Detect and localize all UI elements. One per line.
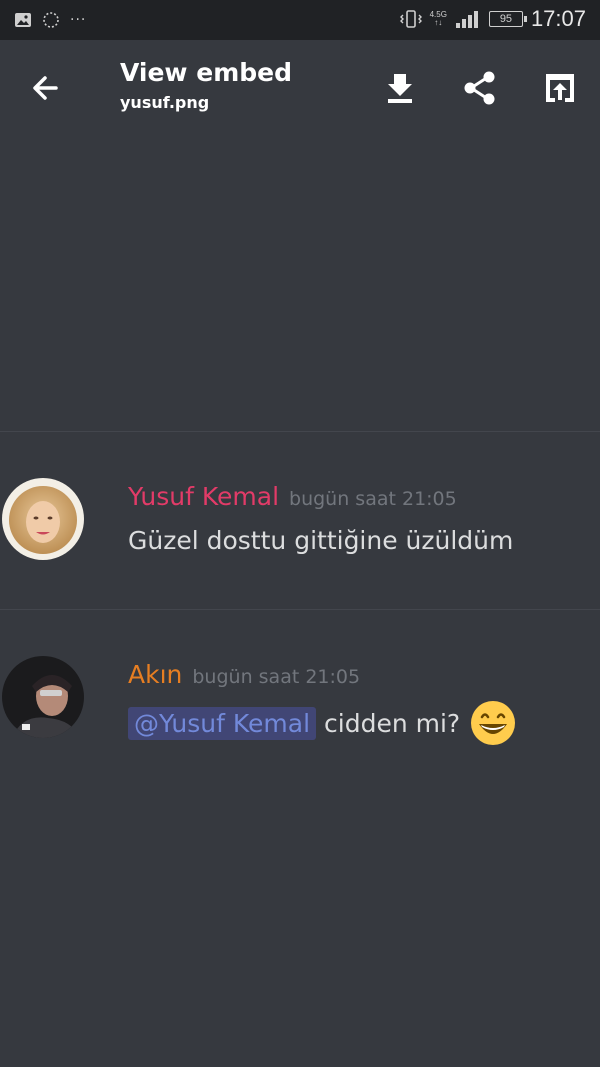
avatar[interactable] [2,656,84,738]
message-item: Akın bugün saat 21:05 @Yusuf Kemal cidde… [0,656,600,756]
title-block: View embed yusuf.png [120,58,292,112]
user-mention[interactable]: @Yusuf Kemal [128,706,317,740]
author-name[interactable]: Akın [128,660,182,689]
file-name: yusuf.png [120,93,210,112]
back-button[interactable] [26,70,68,106]
divider-middle [0,609,600,610]
download-icon [388,74,412,103]
vibrate-icon [399,10,422,28]
data-arrows-icon: ↑↓ [434,18,443,27]
status-bar-left: ··· [14,11,86,29]
avatar[interactable] [2,478,84,560]
message-item: Yusuf Kemal bugün saat 21:05 Güzel dostt… [0,478,600,578]
signal-icon [455,11,478,28]
author-name[interactable]: Yusuf Kemal [128,482,279,511]
open-external-icon [546,74,574,102]
message-content: Güzel dosttu gittiğine üzüldüm [128,526,514,555]
share-button[interactable] [460,68,500,108]
battery-level: 95 [499,13,513,25]
network-indicator: 4.5G ↑↓ [430,11,447,27]
more-notifications: ··· [70,12,87,28]
message-text: @Yusuf Kemal cidden mi? [128,700,516,746]
avatar-yusuf-image [2,478,84,560]
status-bar: ··· 4.5G ↑↓ 95 17:07 [0,0,600,40]
avatar-akin-image [2,656,84,738]
grinning-face-emoji [471,701,516,745]
open-in-browser-button[interactable] [540,68,580,108]
app-bar: View embed yusuf.png [0,40,600,136]
message-timestamp: bugün saat 21:05 [289,488,457,510]
message-content: cidden mi? [324,708,461,738]
back-arrow-icon [33,76,58,100]
clock: 17:07 [530,6,586,31]
message-header: Yusuf Kemal bugün saat 21:05 [128,482,457,511]
battery-indicator: 95 [488,11,527,27]
page-title: View embed [120,58,292,87]
share-icon [464,71,495,105]
status-bar-right: 4.5G ↑↓ 95 17:07 [399,6,586,32]
gallery-icon [15,13,31,27]
download-button[interactable] [380,68,420,108]
message-header: Akın bugün saat 21:05 [128,660,360,689]
sync-icon [43,12,59,28]
message-timestamp: bugün saat 21:05 [192,666,361,688]
message-text: Güzel dosttu gittiğine üzüldüm [128,526,513,555]
divider-top [0,431,600,432]
